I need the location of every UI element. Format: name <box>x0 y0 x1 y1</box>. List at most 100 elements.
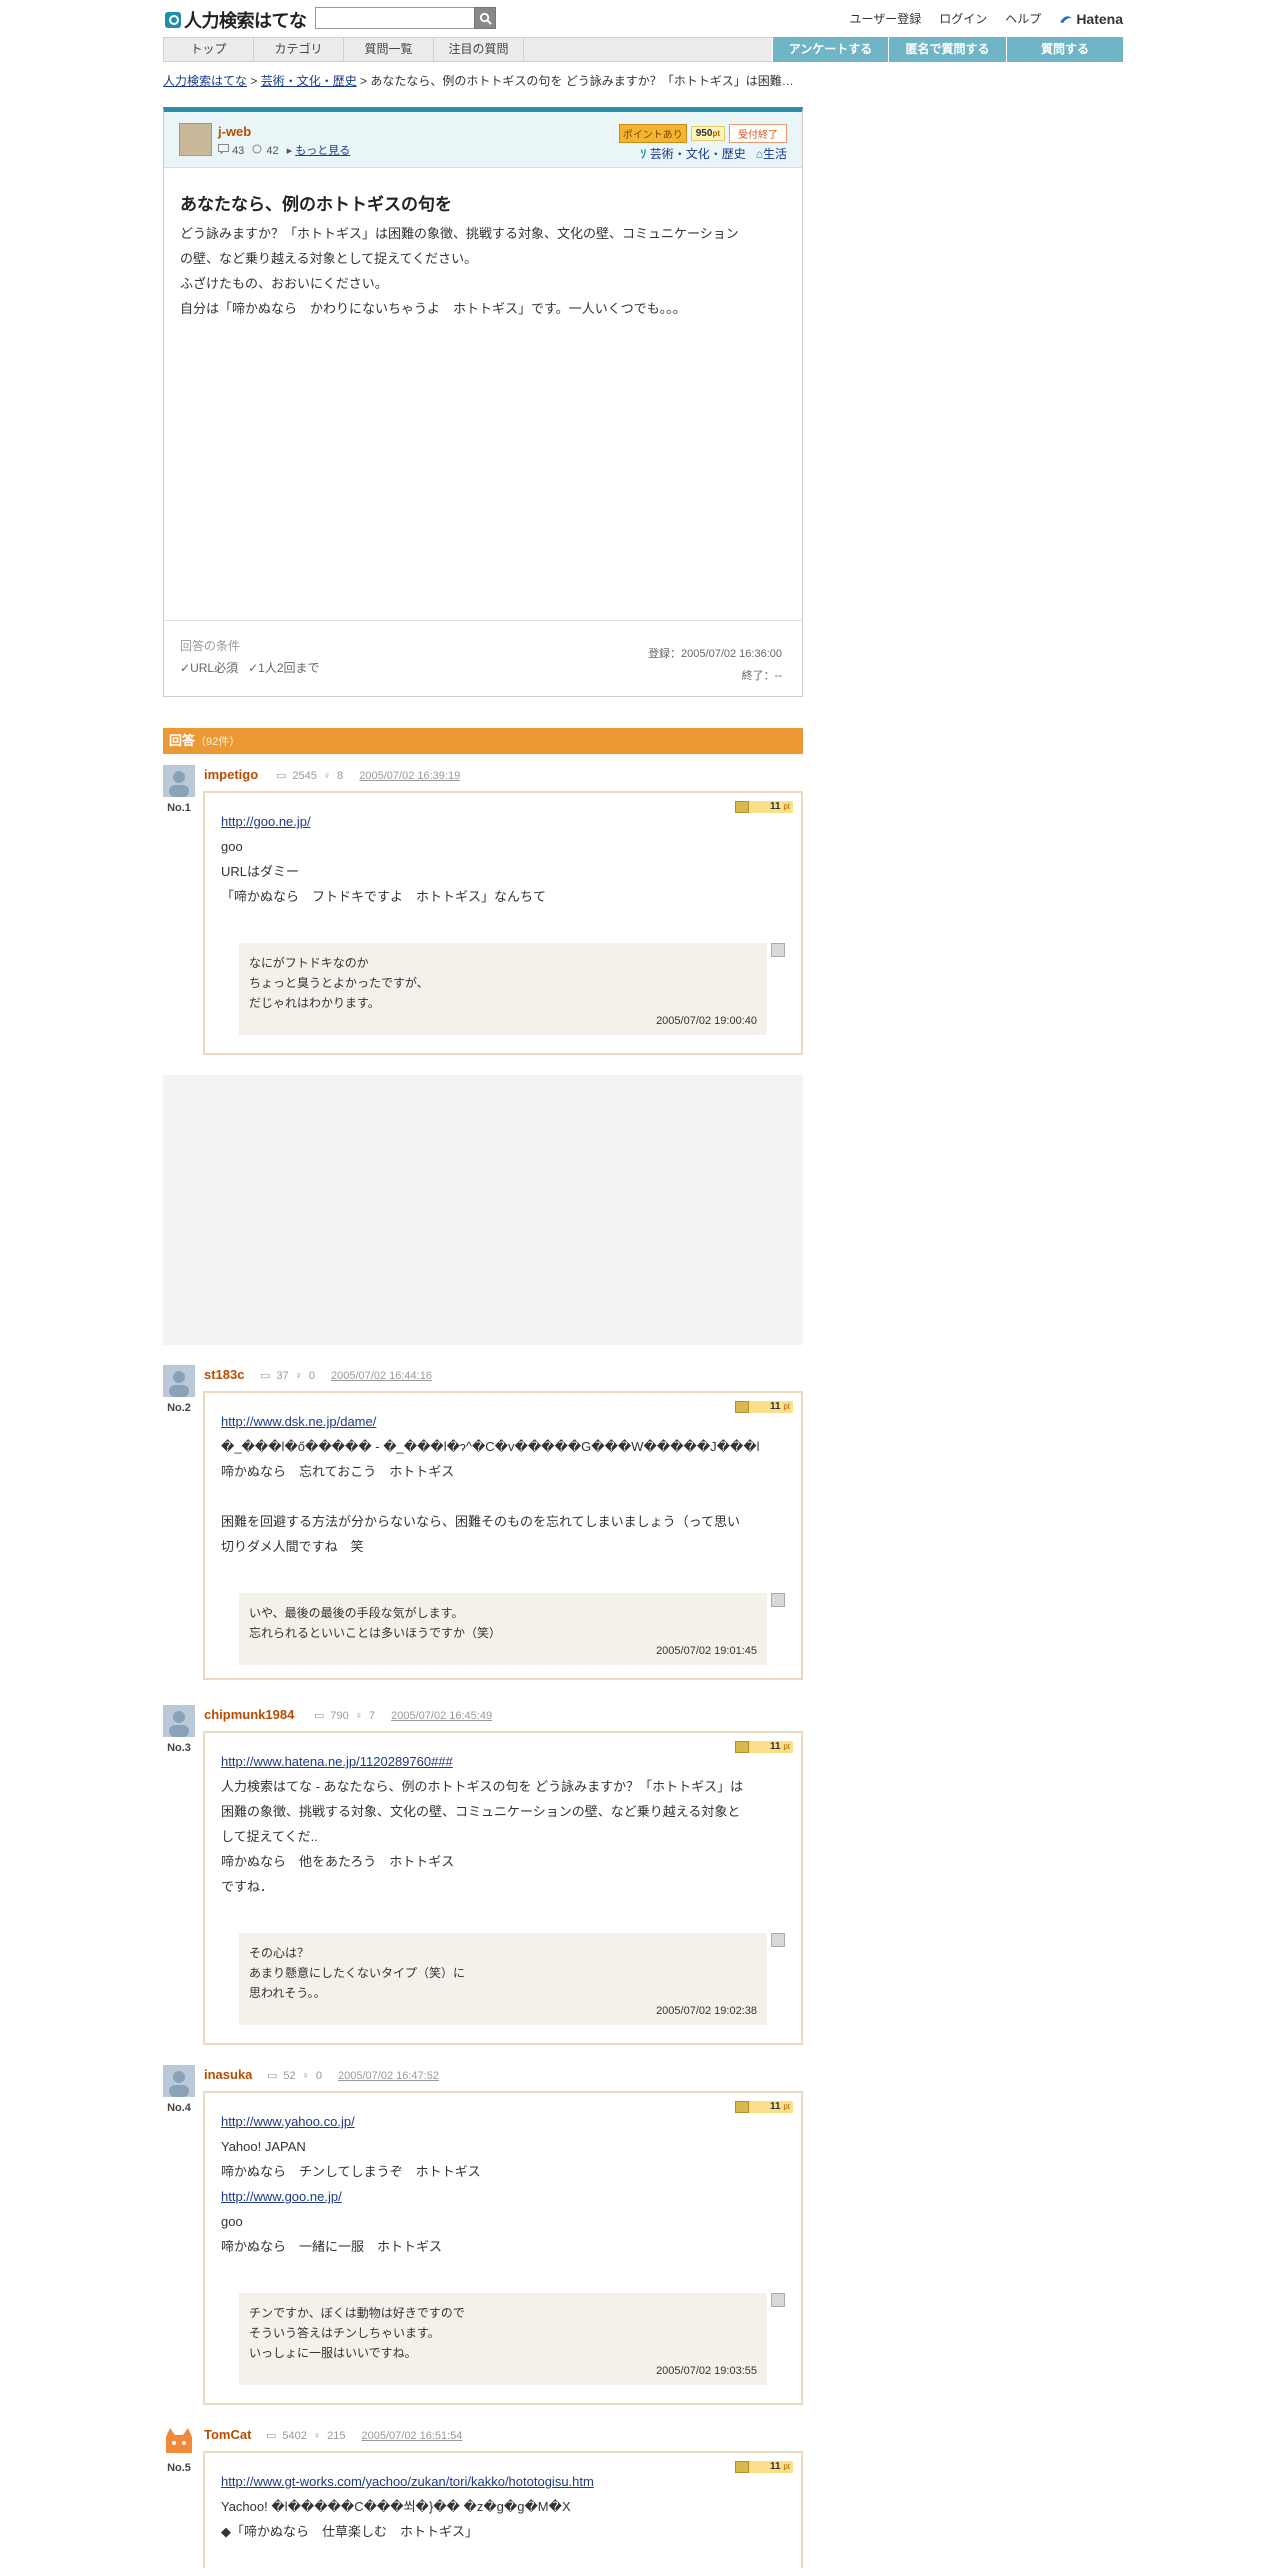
status-badge: 受付終了 <box>729 124 787 143</box>
answer-date[interactable]: 2005/07/02 16:51:54 <box>362 2430 463 2442</box>
answer-url[interactable]: http://www.dsk.ne.jp/dame/ <box>221 1414 376 1429</box>
questioner-reply: いや、最後の最後の手段な気がします。 忘れられるといいことは多いほうですか（笑）… <box>239 1593 785 1665</box>
answer-line: 啼かぬなら 他をあたろう ホトトギス <box>221 1854 455 1869</box>
avatar[interactable] <box>163 1365 195 1397</box>
reply-user-icon <box>771 2293 785 2307</box>
answer-body: http://goo.ne.jp/ goo URLはダミー 「啼かぬなら フトド… <box>205 793 801 909</box>
check-icon: ✓ <box>180 661 191 675</box>
questions-count: 42 <box>252 144 279 157</box>
breadcrumb-home[interactable]: 人力検索はてな <box>163 74 247 88</box>
search-input[interactable] <box>315 7 475 29</box>
answer-line: goo <box>221 2214 243 2229</box>
reply-user-icon <box>771 1933 785 1947</box>
search-button[interactable] <box>474 7 496 29</box>
subcategory-link[interactable]: ⌂生活 <box>756 145 787 162</box>
answer-user[interactable]: TomCat <box>204 2427 251 2442</box>
coin-icon <box>735 2461 749 2473</box>
point-value: 11 pt <box>749 1741 793 1753</box>
ask-question-button[interactable]: 質問する <box>1006 37 1123 62</box>
coin-icon <box>735 1741 749 1753</box>
point-number: 11 <box>769 2461 781 2472</box>
conditions-list: ✓URL必須 ✓1人2回まで <box>180 659 320 676</box>
logo-text: 人力検索はてな <box>184 11 307 31</box>
hatena-bird-icon <box>1060 15 1073 23</box>
check-icon: ✓ <box>248 661 259 675</box>
breadcrumb-current: > あなたなら、例のホトトギスの句を どう詠みますか？「ホトトギス」は困難… <box>356 74 794 88</box>
answer-url[interactable]: http://www.goo.ne.jp/ <box>221 2189 342 2204</box>
more-link-label[interactable]: もっと見る <box>295 145 350 157</box>
answer-point: 11 pt <box>735 1401 793 1413</box>
reply-line: そういう答えはチンしちゃいます。 <box>249 2326 440 2340</box>
question-icon: ♀ <box>322 769 332 782</box>
reply-line: あまり懸意にしたくないタイプ（笑）に <box>249 1966 466 1980</box>
tab-question-list[interactable]: 質問一覧 <box>344 38 434 61</box>
search-icon <box>479 12 492 25</box>
question-line: どう詠みますか？「ホトトギス」は困難の象徴、挑戦する対象、文化の壁、コミュニケー… <box>180 226 739 241</box>
answer-number: No.3 <box>167 1742 191 1754</box>
question-icon: ♀ <box>294 1369 303 1382</box>
answer-line: 困難を回避する方法が分からないなら、困難そのものを忘れてしまいましょう（って思い <box>221 1514 740 1529</box>
reply-user-icon <box>771 943 785 957</box>
avatar[interactable] <box>163 765 195 797</box>
answers-count-value: 43 <box>232 144 245 157</box>
survey-button[interactable]: アンケートする <box>772 37 888 62</box>
answer-line: 人力検索はてな - あなたなら、例のホトトギスの句を どう詠みますか？「ホトトギ… <box>221 1779 744 1794</box>
breadcrumb-sep: > <box>247 74 261 88</box>
question-footer: 回答の条件 ✓URL必須 ✓1人2回まで 登録：2005/07/02 16:36… <box>164 620 802 696</box>
condition-item: ✓URL必須 <box>180 659 238 676</box>
answer-url[interactable]: http://www.yahoo.co.jp/ <box>221 2114 355 2129</box>
reply-line: 忘れられるといいことは多いほうですか（笑） <box>249 1626 502 1640</box>
question-user[interactable]: j-web <box>218 124 251 139</box>
category-link[interactable]: ｿ 芸術・文化・歴史 <box>640 145 745 162</box>
tab-category[interactable]: カテゴリ <box>254 38 344 61</box>
avatar[interactable] <box>163 1705 195 1737</box>
condition-text: URL必須 <box>190 661 239 675</box>
site-logo[interactable]: 人力検索はてな <box>165 7 307 33</box>
answer-date[interactable]: 2005/07/02 16:47:52 <box>338 2070 439 2082</box>
more-link[interactable]: ▸ もっと見る <box>287 142 351 158</box>
login-link[interactable]: ログイン <box>939 10 987 27</box>
question-count: 8 <box>337 769 344 782</box>
hatena-logo[interactable]: Hatena <box>1059 11 1123 27</box>
comment-icon: ▭ <box>260 1370 271 1382</box>
reply-line: だじゃれはわかります。 <box>249 996 380 1010</box>
answer-user[interactable]: impetigo <box>204 767 258 782</box>
avatar[interactable] <box>163 2065 195 2097</box>
reply-date: 2005/07/02 19:03:55 <box>656 2365 757 2377</box>
tab-featured[interactable]: 注目の質問 <box>434 38 524 61</box>
answer-user[interactable]: chipmunk1984 <box>204 1707 294 1722</box>
answer-box: 11 pt http://www.gt-works.com/yachoo/zuk… <box>203 2451 803 2568</box>
question-line: 自分は「啼かぬなら かわりにないちゃうよ ホトトギス」です。一人いくつでも。。。 <box>180 301 686 316</box>
point-number: 11 <box>769 801 781 812</box>
answer-date[interactable]: 2005/07/02 16:39:19 <box>359 770 460 782</box>
anonymous-question-button[interactable]: 匿名で質問する <box>888 37 1006 62</box>
category-icon: ｿ <box>640 147 647 161</box>
help-link[interactable]: ヘルプ <box>1005 10 1041 27</box>
point-unit: pt <box>783 1742 790 1751</box>
answer-url[interactable]: http://www.gt-works.com/yachoo/zukan/tor… <box>221 2474 594 2489</box>
answer-url[interactable]: http://www.hatena.ne.jp/1120289760### <box>221 1754 453 1769</box>
answer-user[interactable]: st183c <box>204 1367 244 1382</box>
page: 人力検索はてな ユーザー登録 ログイン ヘルプ Hatena トップ カテゴリ … <box>163 0 1123 2568</box>
answer-line: goo <box>221 839 243 854</box>
reply-line: チンですか、ぼくは動物は好きですので <box>249 2306 465 2320</box>
register-link[interactable]: ユーザー登録 <box>850 10 922 27</box>
answer-user[interactable]: inasuka <box>204 2067 252 2082</box>
closed-date: 終了：-- <box>741 670 782 682</box>
question-text: どう詠みますか？「ホトトギス」は困難の象徴、挑戦する対象、文化の壁、コミュニケー… <box>180 221 786 321</box>
answers-header-count: （92件） <box>195 736 241 748</box>
answer-date[interactable]: 2005/07/02 16:44:16 <box>331 1370 432 1382</box>
point-value: 11 pt <box>749 2461 793 2473</box>
answer-line: 困難の象徴、挑戦する対象、文化の壁、コミュニケーションの壁、など乗り越える対象と <box>221 1804 741 1819</box>
answer-url[interactable]: http://goo.ne.jp/ <box>221 814 311 829</box>
answer-date[interactable]: 2005/07/02 16:45:49 <box>391 1710 492 1722</box>
breadcrumb: 人力検索はてな > 芸術・文化・歴史 > あなたなら、例のホトトギスの句を どう… <box>163 72 794 89</box>
tab-top[interactable]: トップ <box>164 38 254 61</box>
question-body: あなたなら、例のホトトギスの句を どう詠みますか？「ホトトギス」は困難の象徴、挑… <box>164 168 802 321</box>
coin-icon <box>735 801 749 813</box>
cat-avatar[interactable] <box>163 2425 195 2457</box>
avatar[interactable] <box>179 123 212 156</box>
breadcrumb-category[interactable]: 芸術・文化・歴史 <box>261 74 357 88</box>
question-icon: ♀ <box>301 2069 310 2082</box>
point-label: ポイントあり <box>618 124 687 143</box>
